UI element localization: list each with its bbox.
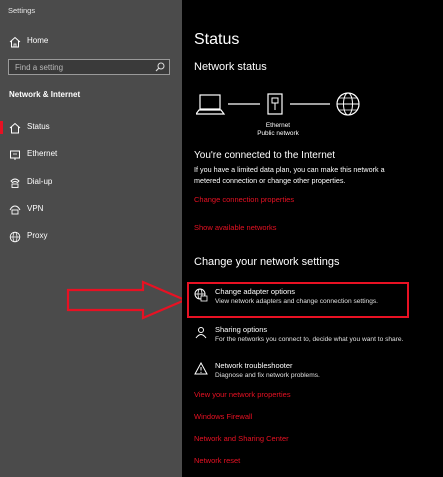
show-available-networks-link[interactable]: Show available networks [194, 223, 277, 232]
network-type-label: Public network [257, 130, 299, 137]
sidebar-item-label: Status [27, 122, 50, 131]
option-title: Sharing options [215, 325, 268, 334]
sidebar: Settings Home Find a setting Network & I… [0, 0, 188, 477]
home-label: Home [27, 36, 49, 45]
option-title: Change adapter options [215, 287, 296, 296]
sidebar-item-label: Dial-up [27, 177, 53, 186]
ethernet-port-icon [267, 93, 283, 115]
sidebar-item-label: VPN [27, 204, 44, 213]
internet-globe-icon [336, 92, 360, 116]
option-desc: View network adapters and change connect… [215, 298, 378, 305]
sharing-icon [195, 327, 207, 339]
search-placeholder: Find a setting [15, 63, 64, 72]
sidebar-item-status[interactable]: Status [0, 117, 182, 139]
sidebar-item-label: Proxy [27, 231, 48, 240]
network-diagram [196, 92, 360, 116]
network-troubleshooter-item[interactable]: Network troubleshooter Diagnose and fix … [194, 360, 414, 386]
network-reset-link[interactable]: Network reset [194, 456, 240, 465]
home-icon [9, 36, 21, 48]
red-arrow-annotation [66, 280, 188, 320]
change-connection-properties-link[interactable]: Change connection properties [194, 195, 294, 204]
vpn-icon [9, 205, 21, 215]
view-network-properties-link[interactable]: View your network properties [194, 390, 291, 399]
option-desc: Diagnose and fix network problems. [215, 372, 320, 379]
sidebar-item-label: Ethernet [27, 149, 58, 158]
window-title: Settings [8, 6, 36, 15]
sharing-options-item[interactable]: Sharing options For the networks you con… [194, 324, 434, 350]
network-sharing-center-link[interactable]: Network and Sharing Center [194, 434, 289, 443]
change-adapter-options-item[interactable]: Change adapter options View network adap… [194, 286, 404, 314]
page-title: Status [194, 31, 240, 48]
connected-desc-2: metered connection or change other prope… [194, 176, 346, 185]
home-nav-item[interactable]: Home [0, 31, 182, 53]
section-title: Network & Internet [9, 90, 81, 99]
search-icon[interactable] [155, 62, 165, 72]
sidebar-item-vpn[interactable]: VPN [0, 199, 182, 221]
change-settings-heading: Change your network settings [194, 256, 340, 268]
dialup-icon [10, 178, 20, 188]
windows-firewall-link[interactable]: Windows Firewall [194, 412, 252, 421]
connected-heading: You're connected to the Internet [194, 150, 336, 161]
globe-icon [9, 231, 21, 243]
ethernet-label: Ethernet [265, 122, 291, 129]
sidebar-item-proxy[interactable]: Proxy [0, 226, 182, 248]
network-status-heading: Network status [194, 61, 267, 73]
laptop-icon [196, 94, 226, 115]
search-input[interactable]: Find a setting [8, 59, 170, 75]
sidebar-item-dialup[interactable]: Dial-up [0, 172, 182, 194]
option-desc: For the networks you connect to, decide … [215, 336, 404, 343]
adapter-globe-icon [194, 288, 208, 302]
connected-desc-1: If you have a limited data plan, you can… [194, 165, 385, 174]
sidebar-item-ethernet[interactable]: Ethernet [0, 144, 182, 166]
ethernet-icon [10, 150, 20, 160]
home-status-icon [9, 122, 21, 134]
option-title: Network troubleshooter [215, 361, 293, 370]
warning-triangle-icon [194, 362, 208, 375]
main-panel: Status Network status Ethernet Public ne… [182, 0, 443, 477]
